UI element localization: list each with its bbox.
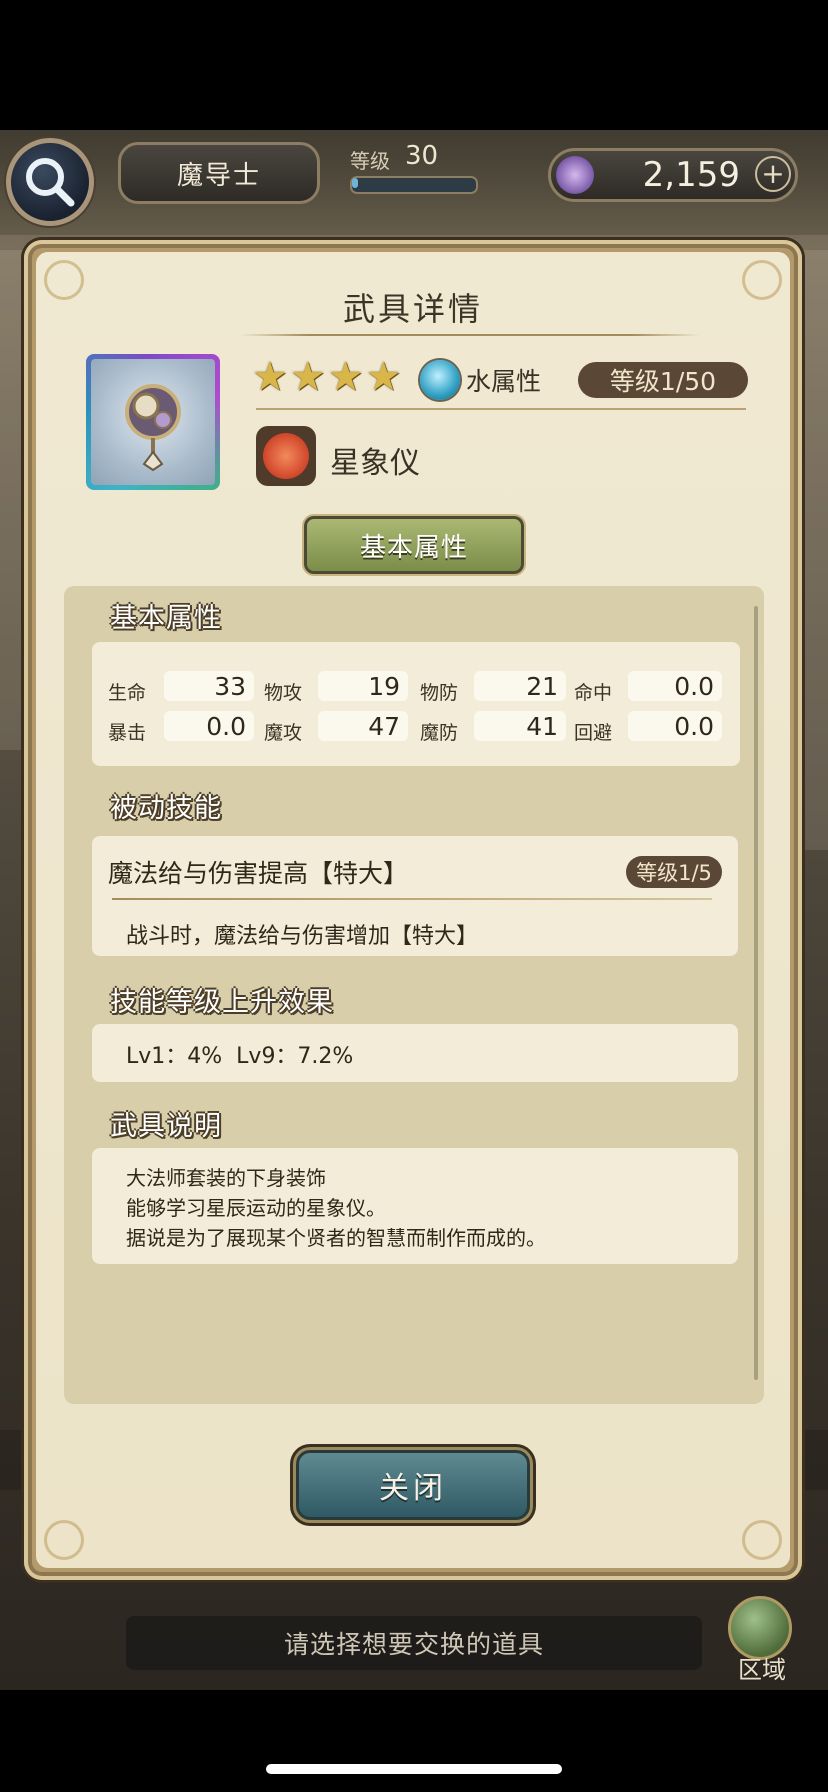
stat-label: 魔攻 (264, 722, 303, 744)
stat-label: 回避 (574, 722, 613, 744)
stat-label: 暴击 (108, 722, 147, 744)
description-line: 大法师套装的下身装饰 (126, 1166, 326, 1190)
title-divider (240, 334, 700, 336)
passive-skill-name: 魔法给与伤害提高【特大】 (108, 859, 409, 888)
star-icon: ★ (365, 354, 402, 400)
section-title-passive: 被动技能 (110, 793, 222, 824)
stat-value: 21 (474, 671, 566, 701)
stat-label: 命中 (574, 682, 613, 704)
stat-value: 33 (164, 671, 254, 701)
add-gems-button[interactable]: + (755, 156, 791, 192)
stat-label: 生命 (108, 682, 147, 704)
search-button[interactable] (6, 138, 94, 226)
weapon-item-icon[interactable] (86, 354, 220, 490)
corner-ornament (742, 1520, 782, 1560)
element-label: 水属性 (466, 367, 542, 396)
level-label: 等级 (350, 149, 390, 173)
weapon-level-badge: 等级1/50 (578, 362, 748, 398)
stat-label: 物防 (420, 682, 459, 704)
section-title-levelup: 技能等级上升效果 (110, 987, 334, 1018)
passive-skill-description: 战斗时，魔法给与伤害增加【特大】 (126, 924, 479, 949)
astrolabe-icon (125, 384, 181, 472)
stat-value: 47 (318, 711, 408, 741)
item-name: 星象仪 (330, 446, 420, 481)
rarity-stars: ★ ★ ★ ★ (252, 354, 401, 400)
exp-bar-fill (352, 178, 358, 188)
dialog-title: 武具详情 (342, 290, 483, 328)
stat-value: 0.0 (164, 711, 254, 741)
stat-value: 0.0 (628, 711, 722, 741)
selection-hint: 请选择想要交换的道具 (283, 1630, 544, 1659)
stat-label: 魔防 (420, 722, 459, 744)
stat-value: 41 (474, 711, 566, 741)
gem-count: 2,159 (642, 155, 740, 195)
star-icon: ★ (327, 354, 364, 400)
stat-value: 0.0 (628, 671, 722, 701)
water-element-icon (420, 360, 460, 400)
levelup-text: Lv1：4% Lv9：7.2% (126, 1044, 354, 1069)
description-line: 能够学习星辰运动的星象仪。 (126, 1196, 386, 1220)
close-button[interactable]: 关闭 (296, 1450, 530, 1520)
section-title-description: 武具说明 (110, 1111, 222, 1142)
passive-skill-level: 等级1/5 (626, 856, 722, 888)
corner-ornament (44, 1520, 84, 1560)
scrollbar[interactable] (754, 606, 758, 1380)
description-line: 据说是为了展现某个贤者的智慧而制作而成的。 (126, 1226, 546, 1250)
search-icon (26, 158, 75, 207)
exp-bar (350, 176, 478, 194)
star-icon: ★ (289, 354, 326, 400)
class-name: 魔导士 (118, 142, 320, 204)
section-title-base-stats: 基本属性 (110, 603, 222, 634)
tab-base-attributes[interactable]: 基本属性 (304, 516, 524, 574)
gem-icon (556, 156, 594, 194)
stats-card (92, 642, 740, 766)
passive-divider (112, 898, 712, 900)
home-indicator[interactable] (266, 1764, 562, 1774)
stat-value: 19 (318, 671, 408, 701)
header-divider (256, 408, 746, 410)
item-type-icon (256, 426, 316, 486)
star-icon: ★ (252, 354, 288, 400)
level-value: 30 (405, 141, 439, 171)
region-label[interactable]: 区域 (724, 1650, 800, 1685)
stat-label: 物攻 (264, 682, 303, 704)
